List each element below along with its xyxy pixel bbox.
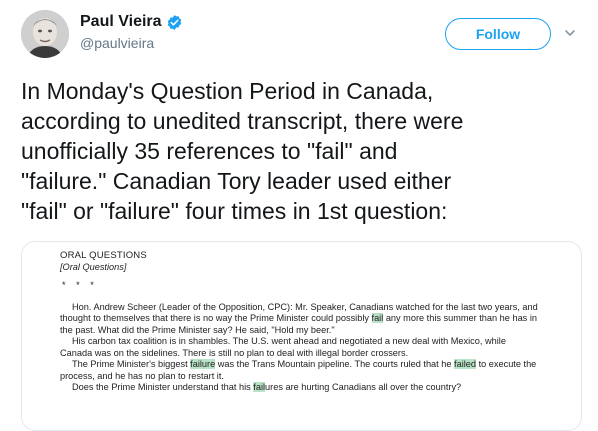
avatar-photo-icon	[21, 10, 69, 58]
verified-badge-icon	[166, 14, 183, 31]
author-display-name[interactable]: Paul Vieira	[80, 13, 162, 31]
transcript-heading: ORAL QUESTIONS	[60, 250, 147, 261]
transcript-separator: * * *	[62, 280, 98, 290]
transcript-paragraph-4: Does the Prime Minister understand that …	[60, 382, 540, 394]
transcript-paragraph-2: His carbon tax coalition is in shambles.…	[60, 336, 506, 358]
transcript-paragraph-1: Hon. Andrew Scheer (Leader of the Opposi…	[60, 302, 540, 337]
author-name-row[interactable]: Paul Vieira	[80, 13, 183, 31]
transcript-document: ORAL QUESTIONS [Oral Questions] * * * Ho…	[60, 250, 540, 394]
transcript-text: ures are hurting Canadians all over the …	[265, 382, 462, 392]
tweet-text: In Monday's Question Period in Canada, a…	[21, 78, 464, 224]
transcript-text: was the Trans Mountain pipeline. The cou…	[215, 359, 455, 369]
chevron-down-icon[interactable]	[563, 26, 577, 40]
avatar[interactable]	[21, 10, 69, 58]
author-handle[interactable]: @paulvieira	[80, 35, 154, 51]
highlighted-word: failed	[454, 359, 477, 369]
transcript-text: The Prime Minister's biggest	[72, 359, 191, 369]
highlighted-word: failure	[190, 359, 216, 369]
highlighted-word: fail	[253, 382, 266, 392]
tweet-media-image[interactable]: ORAL QUESTIONS [Oral Questions] * * * Ho…	[21, 241, 582, 431]
transcript-subheading: [Oral Questions]	[60, 261, 127, 272]
transcript-paragraph-3: The Prime Minister's biggest failure was…	[60, 359, 540, 382]
follow-button[interactable]: Follow	[445, 18, 551, 50]
transcript-text: Does the Prime Minister understand that …	[72, 382, 254, 392]
highlighted-word: fail	[371, 313, 384, 323]
